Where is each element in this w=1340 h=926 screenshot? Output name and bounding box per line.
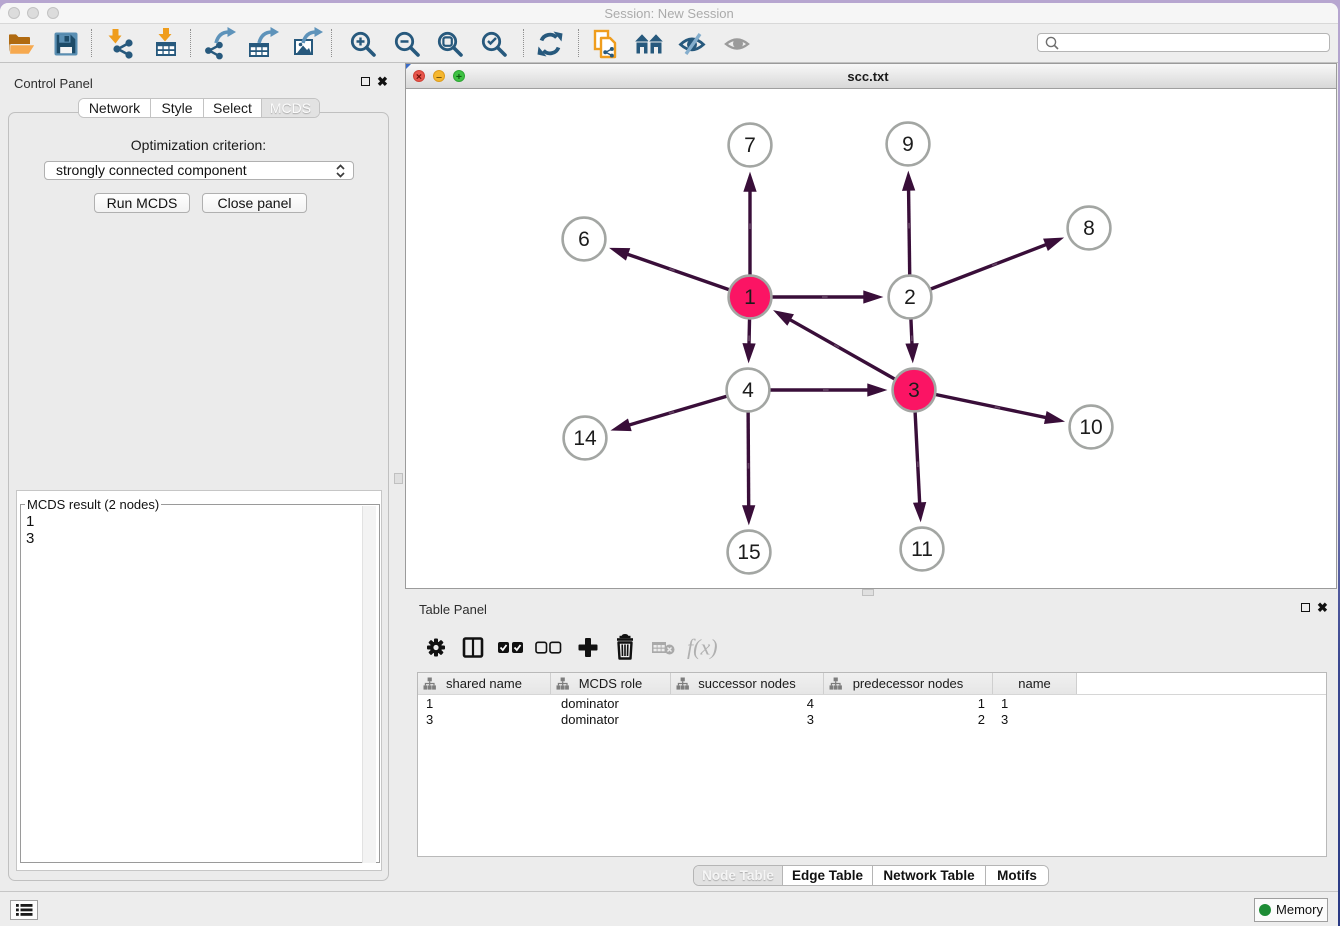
svg-text:14: 14 [573,427,597,450]
svg-text:4: 4 [742,379,754,402]
svg-text:2: 2 [904,286,916,309]
svg-text:8: 8 [1083,217,1095,240]
svg-text:9: 9 [902,133,914,156]
svg-text:3: 3 [908,379,920,402]
svg-text:11: 11 [911,538,933,561]
svg-text:1: 1 [744,286,756,309]
svg-text:7: 7 [744,134,756,157]
svg-text:10: 10 [1079,416,1102,439]
svg-text:6: 6 [578,228,590,251]
svg-text:f(x): f(x) [687,635,718,660]
svg-text:15: 15 [737,541,760,564]
